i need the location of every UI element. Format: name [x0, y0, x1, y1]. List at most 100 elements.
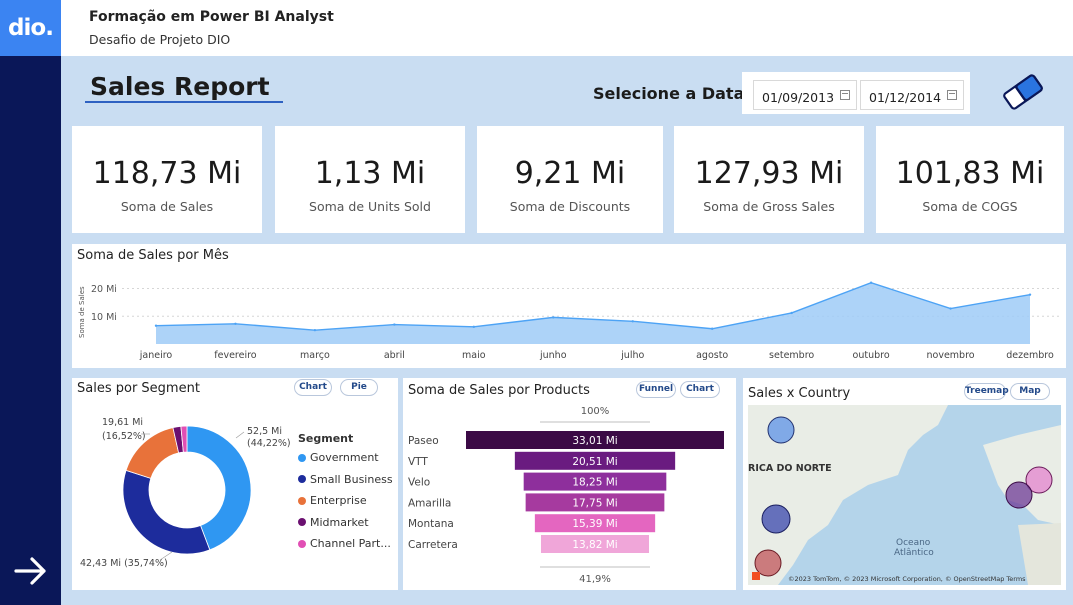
- segment-legend-item[interactable]: Channel Part...: [298, 537, 391, 550]
- sales-by-month-chart[interactable]: 20 Mi 10 Mi Soma de Sales janeiro fevereiro m…: [72, 266, 1066, 366]
- data-point: [552, 316, 555, 319]
- slice-label: (16,52%): [102, 431, 146, 442]
- kpi-label: Soma de Discounts: [509, 199, 631, 214]
- microsoft-logo-icon: [752, 572, 760, 580]
- title-underline: [85, 101, 283, 103]
- data-point: [949, 307, 952, 310]
- legend-label: Channel Part...: [310, 537, 391, 550]
- x-tick-label: julho: [620, 350, 644, 361]
- x-tick-label: maio: [462, 350, 486, 361]
- slice-label: (44,22%): [247, 438, 291, 449]
- report-page: dio. Formação em Power BI Analyst Desafi…: [0, 0, 1073, 605]
- calendar-icon[interactable]: [947, 90, 957, 100]
- sales-by-country-title: Sales x Country: [748, 386, 851, 401]
- funnel-category-label: VTT: [408, 456, 428, 468]
- map-label-atlantic: Atlântico: [894, 548, 934, 558]
- map-bubble-usa[interactable]: [761, 504, 791, 534]
- data-point: [234, 322, 237, 325]
- x-tick-label: dezembro: [1006, 350, 1054, 361]
- sales-by-products-title: Soma de Sales por Products: [408, 383, 590, 398]
- kpi-label: Soma de Sales: [120, 199, 214, 214]
- x-tick-label: novembro: [926, 350, 974, 361]
- kpi-value: 118,73 Mi: [92, 156, 242, 191]
- map-attribution[interactable]: ©2023 TomTom, © 2023 Microsoft Corporati…: [788, 575, 1026, 583]
- funnel-data-label: 13,82 Mi: [572, 539, 617, 551]
- products-chart-toggle[interactable]: Chart: [680, 381, 720, 398]
- kpi-value: 101,83 Mi: [895, 156, 1045, 191]
- report-title: Sales Report: [90, 72, 270, 101]
- data-point: [154, 324, 158, 327]
- next-page-arrow-icon[interactable]: [12, 552, 50, 590]
- legend-color-dot: [298, 496, 306, 505]
- data-point: [1028, 293, 1032, 296]
- y-tick-label: 20 Mi: [91, 284, 117, 295]
- map-label-ocean: Oceano: [896, 538, 931, 548]
- funnel-data-label: 33,01 Mi: [572, 435, 617, 447]
- kpi-card-sales: 118,73 Mi Soma de Sales: [72, 126, 262, 233]
- slice-label: 19,61 Mi: [102, 417, 143, 428]
- country-treemap-toggle[interactable]: Treemap: [964, 383, 1009, 400]
- x-tick-label: janeiro: [139, 350, 173, 361]
- data-point: [790, 311, 793, 315]
- legend-label: Midmarket: [310, 515, 369, 529]
- slice-leader-line: [235, 431, 245, 439]
- products-funnel-chart[interactable]: 100% 33,01 Mi Paseo 20,51 Mi VTT 18,25 Mi Velo…: [403, 400, 736, 590]
- map-bubble-canada[interactable]: [767, 416, 795, 444]
- kpi-card-gross-sales: 127,93 Mi Soma de Gross Sales: [674, 126, 864, 233]
- funnel-data-label: 18,25 Mi: [572, 477, 617, 489]
- kpi-card-units-sold: 1,13 Mi Soma de Units Sold: [275, 126, 465, 233]
- clear-filters-eraser-icon[interactable]: [1000, 72, 1046, 112]
- funnel-category-label: Velo: [408, 477, 430, 489]
- dio-logo: dio.: [0, 0, 61, 56]
- left-navigation-rail: dio.: [0, 0, 61, 605]
- x-tick-label: março: [300, 350, 330, 361]
- calendar-icon[interactable]: [840, 90, 850, 100]
- funnel-category-label: Paseo: [408, 435, 439, 447]
- legend-color-dot: [298, 475, 306, 483]
- kpi-value: 9,21 Mi: [514, 156, 626, 191]
- slice-label: 52,5 Mi: [247, 426, 282, 437]
- legend-label: Small Business: [310, 472, 393, 486]
- map-bubble-france[interactable]: [1005, 481, 1033, 509]
- funnel-data-label: 17,75 Mi: [572, 497, 617, 509]
- sales-by-segment-title: Sales por Segment: [77, 381, 200, 396]
- kpi-value: 1,13 Mi: [314, 156, 426, 191]
- country-map-toggle[interactable]: Map: [1010, 383, 1050, 400]
- top-header: Formação em Power BI Analyst Desafio de …: [61, 0, 1073, 56]
- donut-slice: [122, 469, 211, 555]
- x-tick-label: setembro: [769, 350, 814, 361]
- date-start-value: 01/09/2013: [762, 90, 835, 105]
- segment-legend-item[interactable]: Government: [298, 451, 379, 464]
- kpi-label: Soma de Units Sold: [309, 199, 431, 214]
- funnel-data-label: 20,51 Mi: [572, 456, 617, 468]
- segment-pie-toggle[interactable]: Pie: [340, 379, 378, 396]
- legend-color-dot: [298, 539, 306, 548]
- funnel-bottom-percent: 41,9%: [579, 574, 611, 585]
- dio-logo-text: dio.: [8, 15, 54, 41]
- legend-label: Enterprise: [310, 494, 367, 507]
- segment-donut-chart[interactable]: 52,5 Mi(44,22%) 19,61 Mi (16,52%) 42,43 Mi …: [72, 400, 298, 590]
- date-start-input[interactable]: 01/09/2013: [753, 80, 857, 110]
- products-funnel-toggle[interactable]: Funnel: [636, 381, 676, 398]
- header-title: Formação em Power BI Analyst: [89, 9, 334, 25]
- data-point: [313, 328, 317, 332]
- legend-color-dot: [298, 453, 306, 462]
- kpi-label: Soma de COGS: [922, 199, 1018, 214]
- segment-legend-item[interactable]: Small Business: [298, 473, 393, 486]
- x-tick-label: fevereiro: [214, 350, 257, 361]
- funnel-category-label: Amarilla: [408, 497, 451, 509]
- sales-by-country-map[interactable]: RICA DO NORTE Oceano Atlântico ©2023 Tom…: [748, 405, 1061, 585]
- x-tick-label: junho: [539, 350, 567, 361]
- x-tick-label: agosto: [696, 350, 728, 361]
- segment-legend-item[interactable]: Midmarket: [298, 516, 369, 529]
- date-end-input[interactable]: 01/12/2014: [860, 80, 964, 110]
- segment-chart-toggle[interactable]: Chart: [294, 379, 332, 396]
- sales-by-month-title: Soma de Sales por Mês: [77, 248, 229, 263]
- data-point: [631, 320, 634, 323]
- kpi-value: 127,93 Mi: [694, 156, 844, 191]
- segment-legend-item[interactable]: Enterprise: [298, 494, 367, 507]
- data-point: [710, 327, 714, 330]
- data-point: [393, 323, 396, 326]
- data-point: [472, 325, 476, 329]
- segment-legend-title: Segment: [298, 432, 354, 445]
